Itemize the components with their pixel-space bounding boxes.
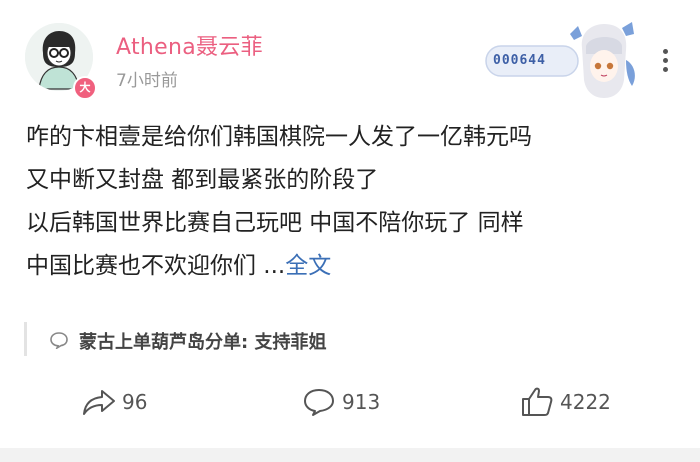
share-count: 96 [122,390,148,414]
content-line: 以后韩国世界比赛自己玩吧 中国不陪你玩了 同样 [26,210,524,236]
full-text-link[interactable]: 全文 [285,253,331,279]
like-button[interactable]: 4222 [520,384,611,420]
content-line-text: 中国比赛也不欢迎你们 ... [26,253,286,279]
post-time: 7小时前 [116,71,178,91]
comment-preview[interactable]: 蒙古上单葫芦岛分单: 支持菲姐 [24,322,667,356]
comment-button[interactable]: 913 [302,384,380,420]
post-card: 大 Athena聂云菲 7小时前 000644 咋的卞相壹是给你们韩国棋院一人发… [0,0,700,448]
like-count: 4222 [560,390,611,414]
comment-preview-text: 蒙古上单葫芦岛分单: 支持菲姐 [79,332,327,353]
username[interactable]: Athena聂云菲 [116,29,263,61]
comment-icon [304,389,334,416]
share-button[interactable]: 96 [82,384,147,420]
more-icon[interactable] [655,49,675,79]
post-content[interactable]: 咋的卞相壹是给你们韩国棋院一人发了一亿韩元吗 又中断又封盘 都到最紧张的阶段了 … [26,116,686,288]
like-icon [522,387,553,416]
content-line: 又中断又封盘 都到最紧张的阶段了 [26,167,379,193]
decoration-number: 000644 [493,53,546,68]
comment-bubble-icon [49,331,69,353]
content-line-last: 中国比赛也不欢迎你们 ...全文 [26,245,686,288]
comment-count: 913 [342,390,381,414]
vip-badge: 大 [73,76,97,100]
share-icon [83,390,115,415]
content-line: 咋的卞相壹是给你们韩国棋院一人发了一亿韩元吗 [26,124,532,150]
action-bar: 96 913 4222 [0,384,700,424]
